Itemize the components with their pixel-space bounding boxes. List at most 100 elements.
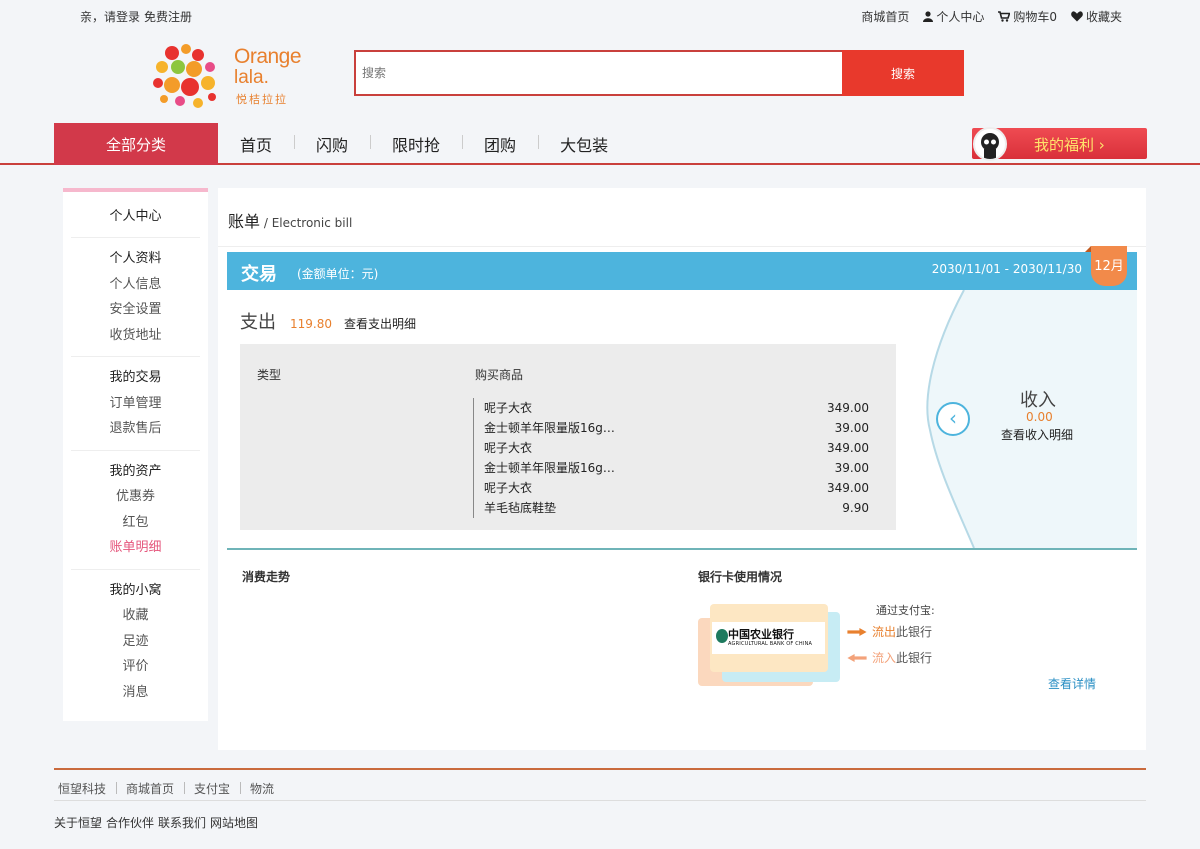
- income-label: 收入: [1020, 390, 1056, 411]
- user-icon: [923, 11, 934, 22]
- nav-item-flash[interactable]: 闪购: [294, 132, 370, 156]
- sidebar-item-bill[interactable]: 账单明细: [71, 535, 200, 561]
- expense-summary: 支出 119.80 查看支出明细: [240, 308, 416, 334]
- expense-detail-link[interactable]: 查看支出明细: [344, 315, 416, 332]
- favorites-link[interactable]: 收藏夹: [1071, 8, 1122, 25]
- top-bar: 亲，请登录 免费注册 商城首页 个人中心 购物车0 收藏夹: [0, 0, 1200, 32]
- footer-sitemap[interactable]: 网站地图: [210, 814, 258, 831]
- sidebar-item-review[interactable]: 评价: [71, 654, 200, 680]
- footer-divider: [54, 768, 1146, 770]
- footer-link-home[interactable]: 商城首页: [116, 780, 184, 797]
- collapse-arrow-icon[interactable]: ‹: [936, 402, 970, 436]
- sidebar-item-refund[interactable]: 退款售后: [71, 416, 200, 442]
- sidebar-item-security[interactable]: 安全设置: [71, 297, 200, 323]
- outflow-rest: 此银行: [896, 625, 933, 639]
- goods-price: 39.00: [834, 461, 869, 475]
- table-row: 金士顿羊年限量版16g… 39.00: [484, 418, 869, 438]
- table-row: 呢子大衣 349.00: [484, 398, 869, 418]
- column-header-type: 类型: [257, 368, 282, 382]
- nav-item-limited[interactable]: 限时抢: [370, 132, 462, 156]
- mall-home-link[interactable]: 商城首页: [861, 8, 909, 25]
- nav-item-home[interactable]: 首页: [218, 132, 294, 156]
- welfare-label: 我的福利 ›: [1034, 136, 1105, 154]
- footer-link-logistics[interactable]: 物流: [240, 780, 284, 797]
- goods-price: 349.00: [827, 481, 869, 495]
- table-row: 金士顿羊年限量版16g… 39.00: [484, 458, 869, 478]
- unit-label: (金额单位：元): [297, 267, 379, 281]
- table-row: 呢子大衣 349.00: [484, 478, 869, 498]
- page-title-text: 账单: [228, 212, 261, 231]
- footer-divider-2: [54, 800, 1146, 801]
- goods-price: 349.00: [827, 441, 869, 455]
- sidebar-group-profile: 个人资料 个人信息 安全设置 收货地址: [71, 238, 200, 357]
- table-row: 羊毛毡底鞋垫 9.90: [484, 498, 869, 518]
- register-link[interactable]: 免费注册: [144, 10, 192, 24]
- date-range: 2030/11/01 - 2030/11/30: [931, 262, 1082, 276]
- login-link[interactable]: 亲，请登录: [80, 10, 140, 24]
- user-center-link[interactable]: 个人中心: [923, 8, 984, 25]
- footer-links: 恒望科技 商城首页 支付宝 物流: [54, 780, 284, 797]
- sidebar: 个人中心 个人资料 个人信息 安全设置 收货地址 我的交易 订单管理 退款售后 …: [63, 188, 208, 721]
- logo[interactable]: Orange lala. 悦桔拉拉: [150, 37, 310, 108]
- arrow-right-icon: [847, 627, 867, 636]
- month-badge[interactable]: 12月: [1085, 246, 1127, 286]
- sidebar-item-address[interactable]: 收货地址: [71, 323, 200, 349]
- sidebar-item-orders[interactable]: 订单管理: [71, 391, 200, 417]
- income-amount: 0.00: [1026, 410, 1053, 424]
- sidebar-item-collect[interactable]: 收藏: [71, 603, 200, 629]
- inflow-highlight: 流入: [872, 651, 897, 665]
- inflow-row: 流入此银行: [846, 649, 932, 666]
- goods-list: 呢子大衣 349.00 金士顿羊年限量版16g… 39.00 呢子大衣 349.00 …: [473, 398, 869, 518]
- nav-item-group[interactable]: 团购: [462, 132, 538, 156]
- goods-price: 9.90: [842, 501, 869, 515]
- sidebar-item-redpacket[interactable]: 红包: [71, 510, 200, 536]
- sidebar-item-coupons[interactable]: 优惠券: [71, 484, 200, 510]
- footer-bottom: 关于恒望 合作伙伴 联系我们 网站地图: [54, 814, 258, 831]
- all-categories-button[interactable]: 全部分类: [54, 123, 218, 165]
- sidebar-group-assets: 我的资产 优惠券 红包 账单明细: [71, 451, 200, 570]
- outflow-row: 流出此银行: [846, 623, 932, 640]
- sidebar-title[interactable]: 个人中心: [71, 192, 200, 238]
- user-center-label: 个人中心: [936, 10, 985, 24]
- goods-name: 呢子大衣: [484, 441, 533, 455]
- bank-title: 银行卡使用情况: [698, 570, 783, 584]
- outflow-highlight: 流出: [872, 625, 897, 639]
- sidebar-group-title: 我的资产: [109, 463, 162, 479]
- cart-link[interactable]: 购物车0: [998, 8, 1057, 25]
- avatar: [973, 127, 1007, 161]
- income-panel: ‹ 收入 0.00 查看收入明细: [918, 290, 1137, 548]
- cart-label: 购物车0: [1013, 10, 1057, 24]
- sidebar-item-message[interactable]: 消息: [71, 680, 200, 706]
- bank-logo-icon: [716, 629, 728, 643]
- arrow-left-icon: [847, 653, 867, 662]
- view-detail-link[interactable]: 查看详情: [1048, 675, 1096, 692]
- sidebar-group-title: 我的交易: [109, 370, 162, 385]
- expense-amount: 119.80: [290, 317, 332, 331]
- bank-card: 中国农业银行 AGRICULTURAL BANK OF CHINA: [698, 604, 848, 694]
- welfare-button[interactable]: 我的福利 ›: [972, 127, 1147, 161]
- inflow-rest: 此银行: [896, 651, 933, 665]
- search-box: [354, 50, 844, 96]
- footer-contact[interactable]: 联系我们: [158, 814, 206, 831]
- expense-label: 支出: [240, 312, 276, 333]
- footer-link-company[interactable]: 恒望科技: [54, 780, 116, 797]
- sidebar-item-info[interactable]: 个人信息: [71, 272, 200, 298]
- search-button[interactable]: 搜索: [842, 50, 964, 96]
- top-links: 商城首页 个人中心 购物车0 收藏夹: [861, 8, 1122, 25]
- nav-item-bulk[interactable]: 大包装: [538, 132, 630, 156]
- logo-cn: 悦桔拉拉: [236, 93, 288, 106]
- footer-partners[interactable]: 合作伙伴: [106, 814, 154, 831]
- column-header-goods: 购买商品: [475, 368, 524, 382]
- footer-link-alipay[interactable]: 支付宝: [184, 780, 240, 797]
- via-label: 通过支付宝:: [876, 604, 935, 617]
- sidebar-group-title: 个人资料: [109, 251, 162, 266]
- sidebar-item-footprint[interactable]: 足迹: [71, 629, 200, 655]
- footer-about[interactable]: 关于恒望: [54, 814, 102, 831]
- sidebar-group-trade: 我的交易 订单管理 退款售后: [71, 357, 200, 451]
- income-detail-link[interactable]: 查看收入明细: [1001, 426, 1073, 443]
- goods-name: 呢子大衣: [484, 481, 533, 495]
- sidebar-group-title: 我的小窝: [109, 582, 162, 598]
- favorites-label: 收藏夹: [1085, 10, 1122, 24]
- goods-name: 金士顿羊年限量版16g…: [484, 421, 615, 435]
- search-input[interactable]: [356, 52, 844, 94]
